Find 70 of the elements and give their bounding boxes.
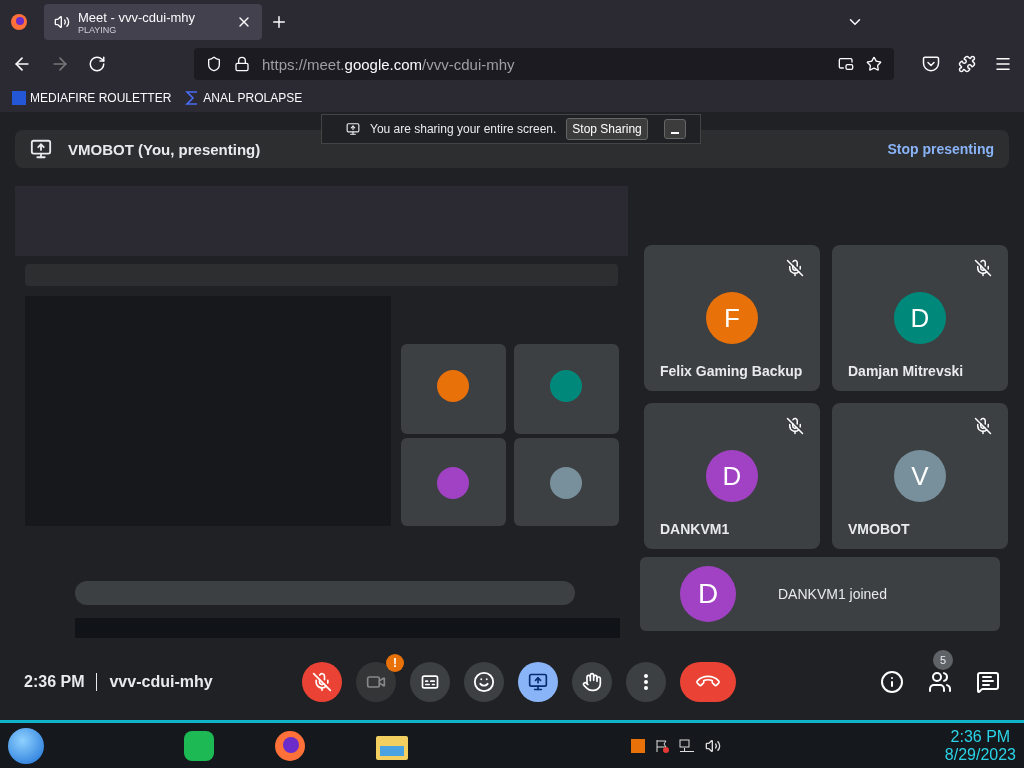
tray-icon[interactable] — [631, 738, 646, 753]
raise-hand-button[interactable] — [572, 662, 612, 702]
people-button[interactable] — [928, 670, 952, 694]
participant-name: Damjan Mitrevski — [848, 363, 964, 379]
more-icon — [644, 674, 648, 690]
app-icon[interactable] — [184, 730, 214, 761]
participant-name: DANKVM1 — [660, 521, 730, 537]
picture-in-picture-icon[interactable] — [838, 56, 854, 72]
meeting-time: 2:36 PM — [24, 673, 85, 691]
camera-button[interactable] — [356, 662, 396, 702]
present-button[interactable] — [518, 662, 558, 702]
avatar: D — [706, 450, 758, 502]
info-button[interactable] — [880, 670, 904, 694]
bookmark-star-icon[interactable] — [866, 56, 882, 72]
mic-off-icon — [974, 417, 992, 435]
tab-title: Meet - vvv-cdui-mhy — [78, 9, 197, 25]
captions-icon — [420, 672, 440, 692]
alert-badge: ! — [386, 654, 404, 672]
more-options-button[interactable] — [626, 662, 666, 702]
people-count: 5 — [933, 650, 953, 670]
shield-icon — [206, 56, 222, 72]
minimize-icon — [670, 131, 679, 134]
menu-icon[interactable] — [994, 55, 1012, 73]
chat-button[interactable] — [976, 670, 1000, 694]
clock-date: 8/29/2023 — [944, 745, 1016, 764]
avatar: F — [706, 292, 758, 344]
participant-name: Felix Gaming Backup — [660, 363, 803, 379]
url-text: https://meet.google.com/vvv-cdui-mhy — [262, 55, 516, 73]
bookmark-icon — [12, 91, 26, 105]
notification-text: DANKVM1 joined — [778, 586, 887, 602]
volume-icon[interactable] — [705, 737, 722, 754]
new-tab-icon[interactable] — [270, 13, 288, 31]
avatar: D — [680, 566, 736, 622]
extensions-icon[interactable] — [958, 55, 976, 73]
mic-off-icon — [786, 259, 804, 277]
present-icon — [30, 138, 52, 160]
browser-tab[interactable]: Meet - vvv-cdui-mhy PLAYING — [44, 4, 262, 40]
participant-name: VMOBOT — [848, 521, 910, 537]
sharing-message: You are sharing your entire screen. — [370, 122, 557, 136]
network-icon[interactable] — [679, 738, 696, 753]
stop-presenting-link[interactable]: Stop presenting — [887, 141, 994, 157]
address-bar[interactable]: https://meet.google.com/vvv-cdui-mhy — [194, 48, 894, 80]
avatar: D — [894, 292, 946, 344]
meeting-code: vvv-cdui-mhy — [109, 673, 213, 691]
sigma-icon — [185, 91, 200, 105]
hand-icon — [582, 672, 602, 692]
smiley-icon — [473, 671, 495, 693]
reload-icon[interactable] — [88, 55, 106, 73]
mic-off-icon — [312, 672, 332, 692]
bookmark-link[interactable]: MEDIAFIRE ROULETTER — [12, 91, 172, 105]
captions-button[interactable] — [410, 662, 450, 702]
lock-icon — [234, 56, 250, 72]
present-icon — [528, 672, 548, 692]
presenter-label: VMOBOT (You, presenting) — [68, 140, 262, 158]
mic-off-icon — [786, 417, 804, 435]
stop-sharing-button[interactable]: Stop Sharing — [566, 118, 648, 140]
microphone-button[interactable] — [302, 662, 342, 702]
clock[interactable]: 2:36 PM 8/29/2023 — [944, 727, 1016, 764]
flag-icon[interactable] — [655, 738, 670, 753]
clock-time: 2:36 PM — [950, 727, 1011, 746]
start-button[interactable] — [8, 727, 44, 764]
minimize-button[interactable] — [663, 119, 686, 139]
avatar: V — [894, 450, 946, 502]
mic-off-icon — [974, 259, 992, 277]
emoji-button[interactable] — [464, 662, 504, 702]
tab-status: PLAYING — [78, 24, 118, 35]
pocket-icon[interactable] — [922, 55, 940, 73]
bookmark-link[interactable]: ANAL PROLAPSE — [185, 91, 303, 105]
share-icon — [346, 122, 360, 136]
leave-call-button[interactable] — [680, 662, 736, 702]
